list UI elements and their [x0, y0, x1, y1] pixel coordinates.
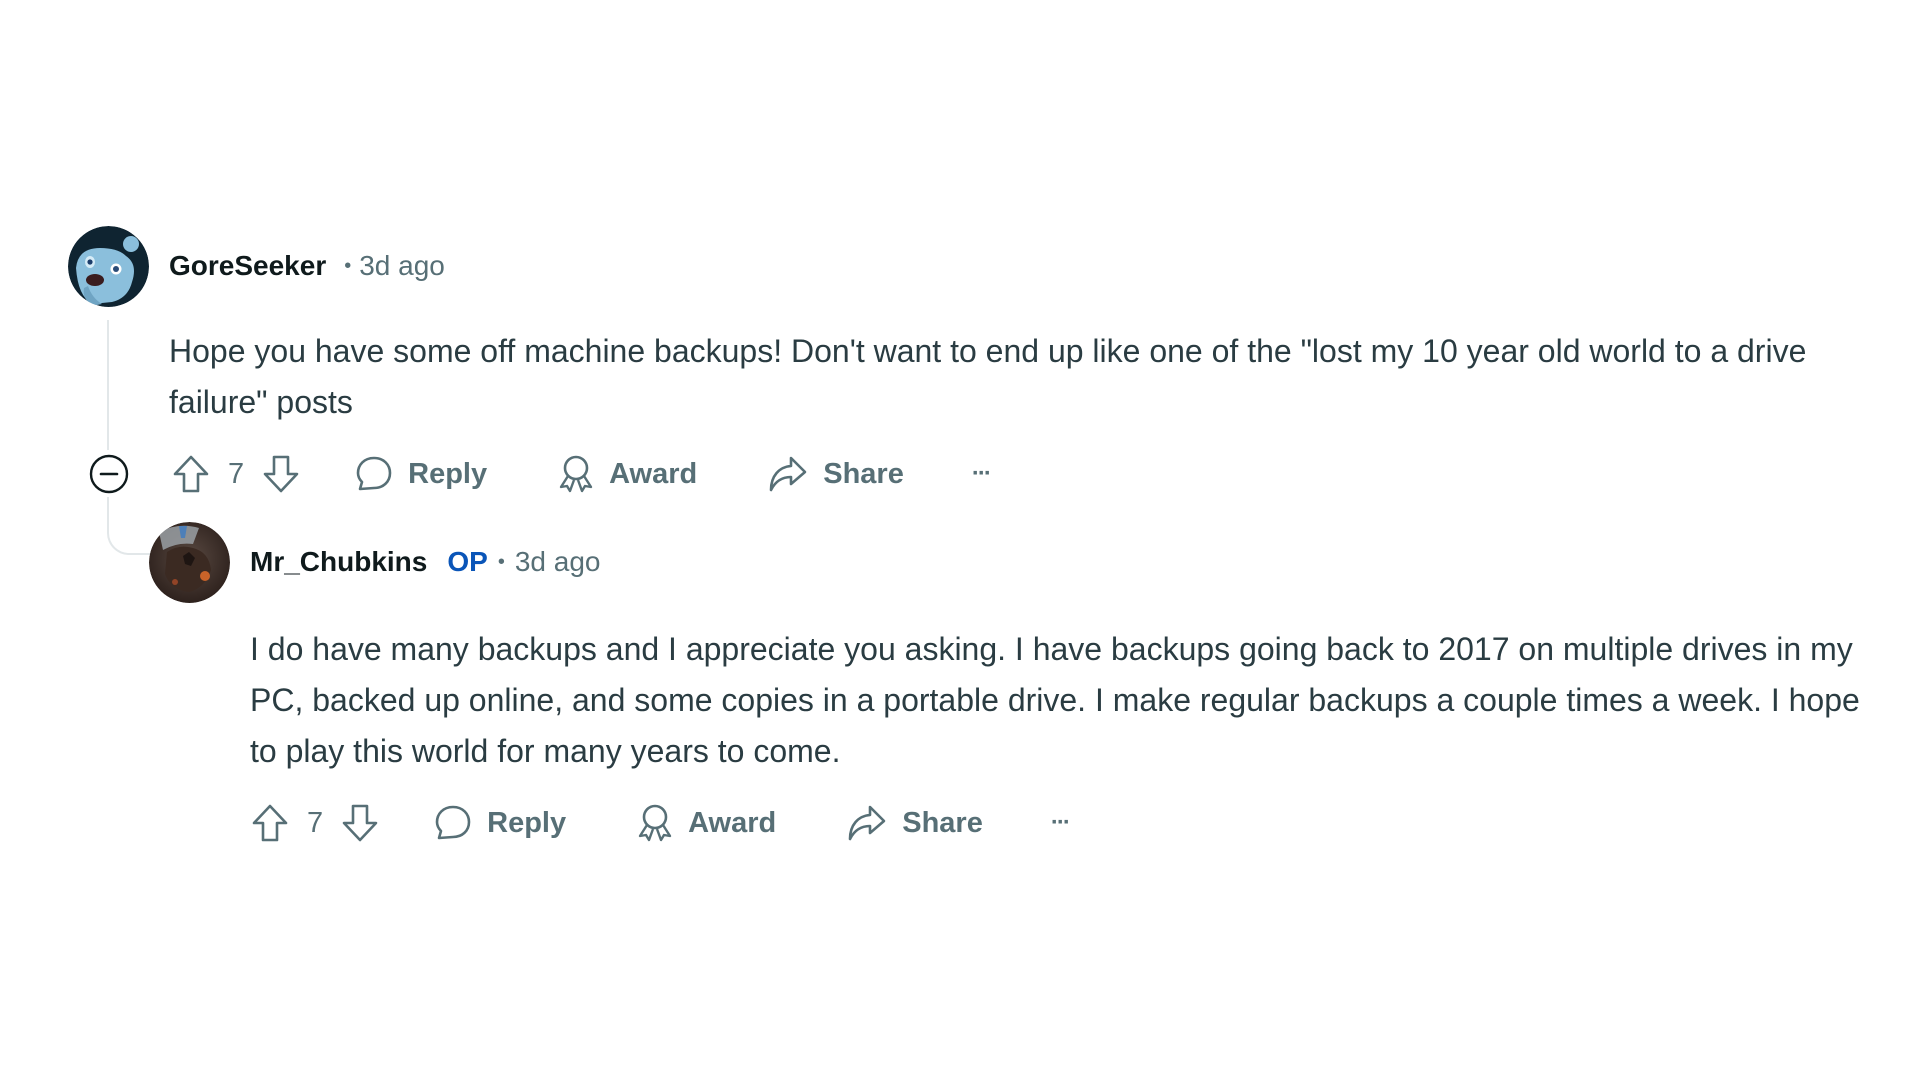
award-ribbon-icon: [557, 453, 595, 495]
share-button[interactable]: Share: [846, 803, 983, 843]
more-dots-icon: ···: [971, 460, 992, 487]
share-arrow-icon: [846, 803, 888, 843]
snoo-avatar-icon: [68, 226, 149, 307]
award-label: Award: [609, 457, 698, 490]
thread-line[interactable]: [107, 320, 109, 450]
reply-button[interactable]: Reply: [354, 454, 487, 494]
comment-header: Mr_Chubkins OP • 3d ago: [250, 546, 600, 578]
more-options-button[interactable]: ···: [1050, 809, 1071, 837]
downvote-arrow-icon[interactable]: [341, 803, 379, 843]
dark-fantasy-avatar-icon: [149, 522, 230, 603]
comment-body: I do have many backups and I appreciate …: [250, 631, 1860, 769]
vote-score: 7: [307, 806, 324, 839]
comment-bubble-icon: [354, 454, 394, 494]
timestamp[interactable]: 3d ago: [515, 546, 601, 578]
share-arrow-icon: [767, 454, 809, 494]
username[interactable]: Mr_Chubkins: [250, 546, 427, 578]
avatar-mr-chubkins[interactable]: [149, 522, 230, 603]
award-button[interactable]: Award: [636, 802, 776, 844]
vote-score: 7: [228, 457, 245, 490]
action-bar: 7 Reply Award Share ···: [251, 801, 1071, 845]
reply-label: Reply: [487, 806, 567, 839]
username[interactable]: GoreSeeker: [169, 250, 326, 282]
comment-header: GoreSeeker • 3d ago: [169, 250, 445, 282]
more-dots-icon: ···: [1050, 809, 1071, 836]
thread-line-branch: [107, 497, 153, 555]
avatar-goreseeker[interactable]: [68, 226, 149, 307]
separator-dot: •: [344, 254, 352, 277]
downvote-arrow-icon[interactable]: [262, 454, 300, 494]
share-button[interactable]: Share: [767, 454, 904, 494]
comment-bubble-icon: [433, 803, 473, 843]
reply-label: Reply: [408, 457, 488, 490]
award-button[interactable]: Award: [557, 453, 697, 495]
award-label: Award: [688, 806, 777, 839]
upvote-arrow-icon[interactable]: [172, 454, 210, 494]
reply-button[interactable]: Reply: [433, 803, 566, 843]
op-badge: OP: [447, 546, 488, 577]
separator-dot: •: [497, 550, 505, 573]
action-bar: 7 Reply Award Share ···: [89, 452, 992, 496]
timestamp[interactable]: 3d ago: [359, 250, 445, 282]
share-label: Share: [823, 457, 904, 490]
collapse-minus-circle-icon[interactable]: [89, 454, 129, 494]
more-options-button[interactable]: ···: [971, 460, 992, 488]
upvote-arrow-icon[interactable]: [251, 803, 289, 843]
share-label: Share: [902, 806, 983, 839]
award-ribbon-icon: [636, 802, 674, 844]
comment-body: Hope you have some off machine backups! …: [169, 333, 1807, 420]
